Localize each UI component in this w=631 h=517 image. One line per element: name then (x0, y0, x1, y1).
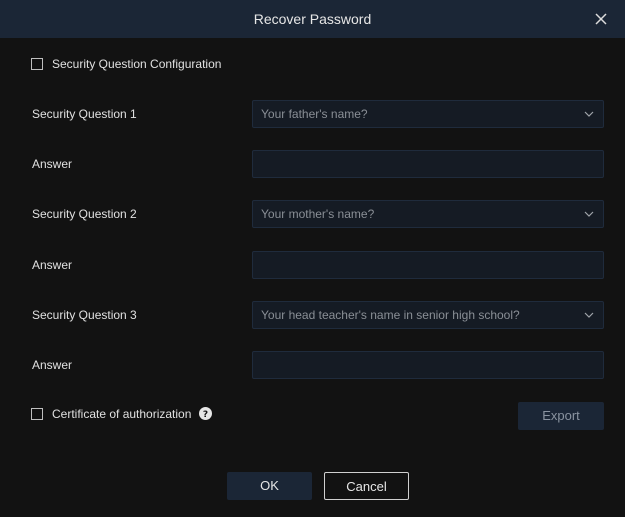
answer-2-input[interactable] (252, 251, 604, 279)
close-icon[interactable] (589, 7, 613, 31)
security-config-checkbox[interactable] (31, 58, 43, 70)
answer-2-label: Answer (32, 258, 73, 272)
security-question-2-label: Security Question 2 (32, 207, 137, 221)
security-question-2-value: Your mother's name? (261, 207, 375, 221)
help-circle-icon[interactable]: ? (199, 407, 212, 420)
chevron-down-icon (584, 312, 594, 318)
security-question-2-select[interactable]: Your mother's name? (252, 200, 604, 228)
recover-password-dialog: Recover Password Security Question Confi… (0, 0, 625, 517)
security-question-3-value: Your head teacher's name in senior high … (261, 308, 520, 322)
answer-3-label: Answer (32, 358, 73, 372)
svg-text:?: ? (203, 410, 208, 420)
certificate-label: Certificate of authorization (52, 407, 192, 421)
answer-1-input[interactable] (252, 150, 604, 178)
answer-3-input[interactable] (252, 351, 604, 379)
chevron-down-icon (584, 111, 594, 117)
dialog-titlebar: Recover Password (0, 0, 625, 38)
security-question-1-label: Security Question 1 (32, 107, 137, 121)
background-strip (625, 0, 631, 517)
ok-button[interactable]: OK (227, 472, 312, 500)
chevron-down-icon (584, 211, 594, 217)
security-question-1-select[interactable]: Your father's name? (252, 100, 604, 128)
cancel-button[interactable]: Cancel (324, 472, 409, 500)
security-question-3-label: Security Question 3 (32, 308, 137, 322)
security-question-1-value: Your father's name? (261, 107, 368, 121)
export-button[interactable]: Export (518, 402, 604, 430)
dialog-title: Recover Password (253, 11, 372, 27)
certificate-checkbox[interactable] (31, 408, 43, 420)
security-question-3-select[interactable]: Your head teacher's name in senior high … (252, 301, 604, 329)
answer-1-label: Answer (32, 157, 73, 171)
security-config-label: Security Question Configuration (52, 57, 222, 71)
